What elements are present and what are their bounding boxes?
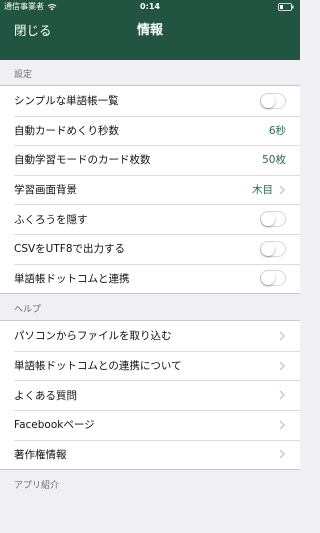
setting-simple-list: シンプルな単語帳一覧 <box>0 86 300 116</box>
navigation-bar: 閉じる 情報 <box>0 14 300 60</box>
status-bar: 通信事業者 0:14 <box>0 0 300 14</box>
section-header-apps: アプリ紹介 <box>14 481 60 492</box>
toggle-knob <box>261 93 275 108</box>
setting-hide-owl: ふくろうを隠す <box>0 204 300 234</box>
help-item-label: 単語帳ドットコムとの連携について <box>14 360 182 373</box>
csv-utf8-toggle[interactable] <box>260 240 286 257</box>
app-header: 通信事業者 0:14 閉じる 情報 <box>0 0 300 60</box>
simple-list-toggle[interactable] <box>260 92 286 109</box>
battery-icon <box>278 3 294 11</box>
page-title: 情報 <box>136 23 163 38</box>
setting-csv-utf8: CSVをUTF8で出力する <box>0 233 300 264</box>
help-item-facebook-page[interactable]: Facebookページ <box>0 409 300 440</box>
toggle-knob <box>261 212 275 227</box>
hide-owl-toggle[interactable] <box>260 211 286 228</box>
chevron-right-icon <box>279 390 285 400</box>
setting-value: 6秒 <box>268 124 286 137</box>
help-item-import-from-pc[interactable]: パソコンからファイルを取り込む <box>0 321 300 351</box>
setting-auto-mode-card-count[interactable]: 自動学習モードのカード枚数 50枚 <box>0 145 300 175</box>
setting-label: ふくろうを隠す <box>14 213 88 226</box>
section-header-help: ヘルプ <box>14 305 42 316</box>
setting-label: 自動学習モードのカード枚数 <box>14 154 151 167</box>
toggle-knob <box>261 241 275 256</box>
chevron-right-icon <box>279 331 285 341</box>
setting-label: 単語帳ドットコムと連携 <box>14 272 130 285</box>
chevron-right-icon <box>279 420 285 430</box>
setting-value: 木目 <box>252 184 273 197</box>
setting-study-background[interactable]: 学習画面背景 木目 <box>0 174 300 205</box>
chevron-right-icon <box>279 185 285 195</box>
help-item-tangocho-link-info[interactable]: 単語帳ドットコムとの連携について <box>0 350 300 381</box>
help-item-faq[interactable]: よくある質問 <box>0 380 300 410</box>
help-item-label: Facebookページ <box>14 419 95 432</box>
chevron-right-icon <box>279 449 285 459</box>
chevron-right-icon <box>279 361 285 371</box>
setting-label: シンプルな単語帳一覧 <box>14 95 119 108</box>
tangocho-link-toggle[interactable] <box>260 270 286 287</box>
setting-label: 学習画面背景 <box>14 184 77 197</box>
help-group: パソコンからファイルを取り込む 単語帳ドットコムとの連携について よくある質問 … <box>0 320 300 471</box>
settings-content: 設定 シンプルな単語帳一覧 自動カードめくり秒数 6秒 自動学習モードのカード枚… <box>0 60 300 496</box>
setting-label: CSVをUTF8で出力する <box>14 243 125 256</box>
setting-value: 50枚 <box>262 154 286 167</box>
section-header-settings: 設定 <box>14 70 33 80</box>
setting-tangocho-link: 単語帳ドットコムと連携 <box>0 263 300 294</box>
status-time: 0:14 <box>140 2 160 11</box>
toggle-knob <box>261 271 275 286</box>
settings-group: シンプルな単語帳一覧 自動カードめくり秒数 6秒 自動学習モードのカード枚数 5… <box>0 85 300 295</box>
help-item-label: パソコンからファイルを取り込む <box>14 330 172 343</box>
help-item-copyright[interactable]: 著作権情報 <box>0 439 300 470</box>
setting-label: 自動カードめくり秒数 <box>14 124 119 137</box>
setting-auto-flip-seconds[interactable]: 自動カードめくり秒数 6秒 <box>0 115 300 146</box>
help-item-label: よくある質問 <box>14 389 77 402</box>
help-item-label: 著作権情報 <box>14 448 67 461</box>
